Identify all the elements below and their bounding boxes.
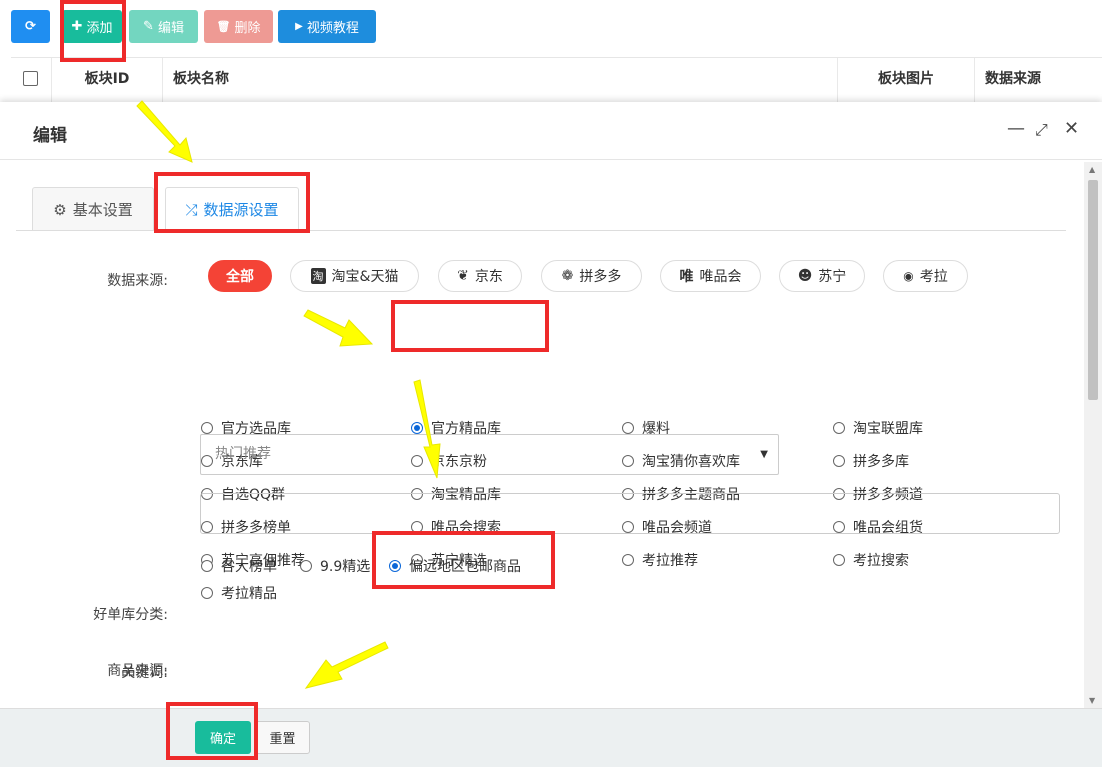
jd-icon: ❦ [457, 268, 469, 284]
radio-button[interactable] [833, 554, 845, 566]
option-label: 考拉推荐 [642, 553, 698, 569]
platform-suning[interactable]: ☻ 苏宁 [779, 260, 865, 292]
edit-button[interactable]: ✎ 编辑 [129, 10, 198, 43]
column-header-image[interactable]: 板块图片 [837, 58, 974, 102]
video-camera-icon: ▶ [295, 21, 303, 32]
refresh-icon: ⟳ [25, 19, 36, 34]
maximize-icon[interactable]: ⤢ [1035, 120, 1048, 140]
vip-icon: 唯 [679, 269, 694, 285]
modal-header: 编辑 — ⤢ ✕ [0, 102, 1102, 160]
source-option[interactable]: 考拉搜索 [833, 550, 909, 570]
option-label: 各大榜单 [221, 559, 277, 575]
pinduoduo-icon: ❁ [561, 268, 574, 284]
option-label: 9.9精选 [320, 559, 371, 575]
platform-label: 苏宁 [818, 269, 847, 285]
kaola-icon: ◉ [903, 269, 914, 283]
annotation-box-add [60, 0, 126, 62]
select-all-checkbox[interactable] [23, 71, 38, 86]
platform-taobao[interactable]: 淘淘宝&天猫 [290, 260, 419, 292]
radio-button[interactable] [201, 587, 213, 599]
column-header-name[interactable]: 板块名称 [162, 58, 837, 102]
platform-pinduoduo[interactable]: ❁ 拼多多 [541, 260, 642, 292]
platform-jd[interactable]: ❦ 京东 [438, 260, 522, 292]
pencil-icon: ✎ [143, 19, 154, 34]
radio-button[interactable] [300, 560, 312, 572]
keyword-input[interactable] [200, 493, 1060, 534]
platform-kaola[interactable]: ◉ 考拉 [883, 260, 968, 292]
scroll-up-icon[interactable]: ▲ [1089, 165, 1095, 174]
modal-title: 编辑 [33, 126, 67, 146]
suning-icon: ☻ [797, 268, 813, 284]
video-tutorial-button[interactable]: ▶ 视频教程 [278, 10, 376, 43]
option-label: 考拉搜索 [853, 553, 909, 569]
data-source-label: 数据来源: [107, 273, 168, 289]
radio-button[interactable] [201, 422, 213, 434]
option-label: 拼多多库 [853, 454, 909, 470]
goods-source-option[interactable]: 各大榜单 [201, 556, 277, 576]
video-label: 视频教程 [306, 21, 359, 36]
gears-icon: ⚙ [53, 200, 67, 219]
platform-vip[interactable]: 唯唯品会 [660, 260, 761, 292]
radio-button[interactable] [833, 422, 845, 434]
radio-button-selected[interactable] [411, 422, 423, 434]
radio-button[interactable] [833, 455, 845, 467]
platform-label: 唯品会 [699, 269, 742, 285]
edit-label: 编辑 [157, 21, 184, 36]
platform-label: 考拉 [919, 269, 948, 285]
column-header-id[interactable]: 板块ID [51, 58, 162, 102]
category-select[interactable]: 热门推荐 ▼ [200, 434, 779, 475]
scrollbar-thumb[interactable] [1088, 180, 1098, 400]
reset-button[interactable]: 重置 [255, 721, 310, 754]
source-option[interactable]: 拼多多库 [833, 451, 909, 471]
annotation-box-source [391, 300, 549, 352]
platform-label: 京东 [474, 269, 503, 285]
annotation-box-tab [154, 172, 310, 233]
radio-button[interactable] [622, 554, 634, 566]
delete-label: 删除 [234, 21, 261, 36]
goods-source-option[interactable]: 9.9精选 [300, 556, 370, 576]
option-label: 考拉精品 [221, 586, 277, 602]
scroll-down-icon[interactable]: ▼ [1089, 696, 1095, 705]
category-value: 热门推荐 [215, 446, 271, 462]
delete-button[interactable]: 🗑 删除 [204, 10, 273, 43]
column-header-source[interactable]: 数据来源 [974, 58, 1102, 102]
refresh-button[interactable]: ⟳ [11, 10, 50, 43]
category-label: 好单库分类: [93, 607, 168, 623]
annotation-box-goods [372, 531, 555, 589]
radio-button[interactable] [201, 560, 213, 572]
option-label: 淘宝联盟库 [853, 421, 923, 437]
source-option[interactable]: 淘宝联盟库 [833, 418, 923, 438]
close-icon[interactable]: ✕ [1064, 118, 1079, 139]
tab-basic-label: 基本设置 [72, 201, 133, 219]
caret-down-icon: ▼ [760, 449, 768, 460]
annotation-box-confirm [166, 702, 258, 760]
tab-basic-settings[interactable]: ⚙ 基本设置 [32, 187, 154, 231]
table-header: 板块ID 板块名称 板块图片 数据来源 [11, 57, 1102, 103]
platform-label: 拼多多 [579, 269, 622, 285]
platform-label: 全部 [226, 269, 254, 285]
source-option[interactable]: 考拉推荐 [622, 550, 698, 570]
modal-scrollbar[interactable]: ▲ ▼ [1084, 162, 1102, 708]
taobao-icon: 淘 [310, 268, 326, 284]
platform-all[interactable]: 全部 [208, 260, 272, 292]
keyword-label: 关键词: [121, 665, 168, 681]
minimize-icon[interactable]: — [1007, 118, 1025, 139]
trash-icon: 🗑 [216, 20, 231, 33]
platform-label: 淘宝&天猫 [331, 269, 399, 285]
source-option[interactable]: 考拉精品 [201, 583, 277, 603]
radio-button[interactable] [622, 422, 634, 434]
select-all-cell[interactable] [11, 58, 51, 102]
